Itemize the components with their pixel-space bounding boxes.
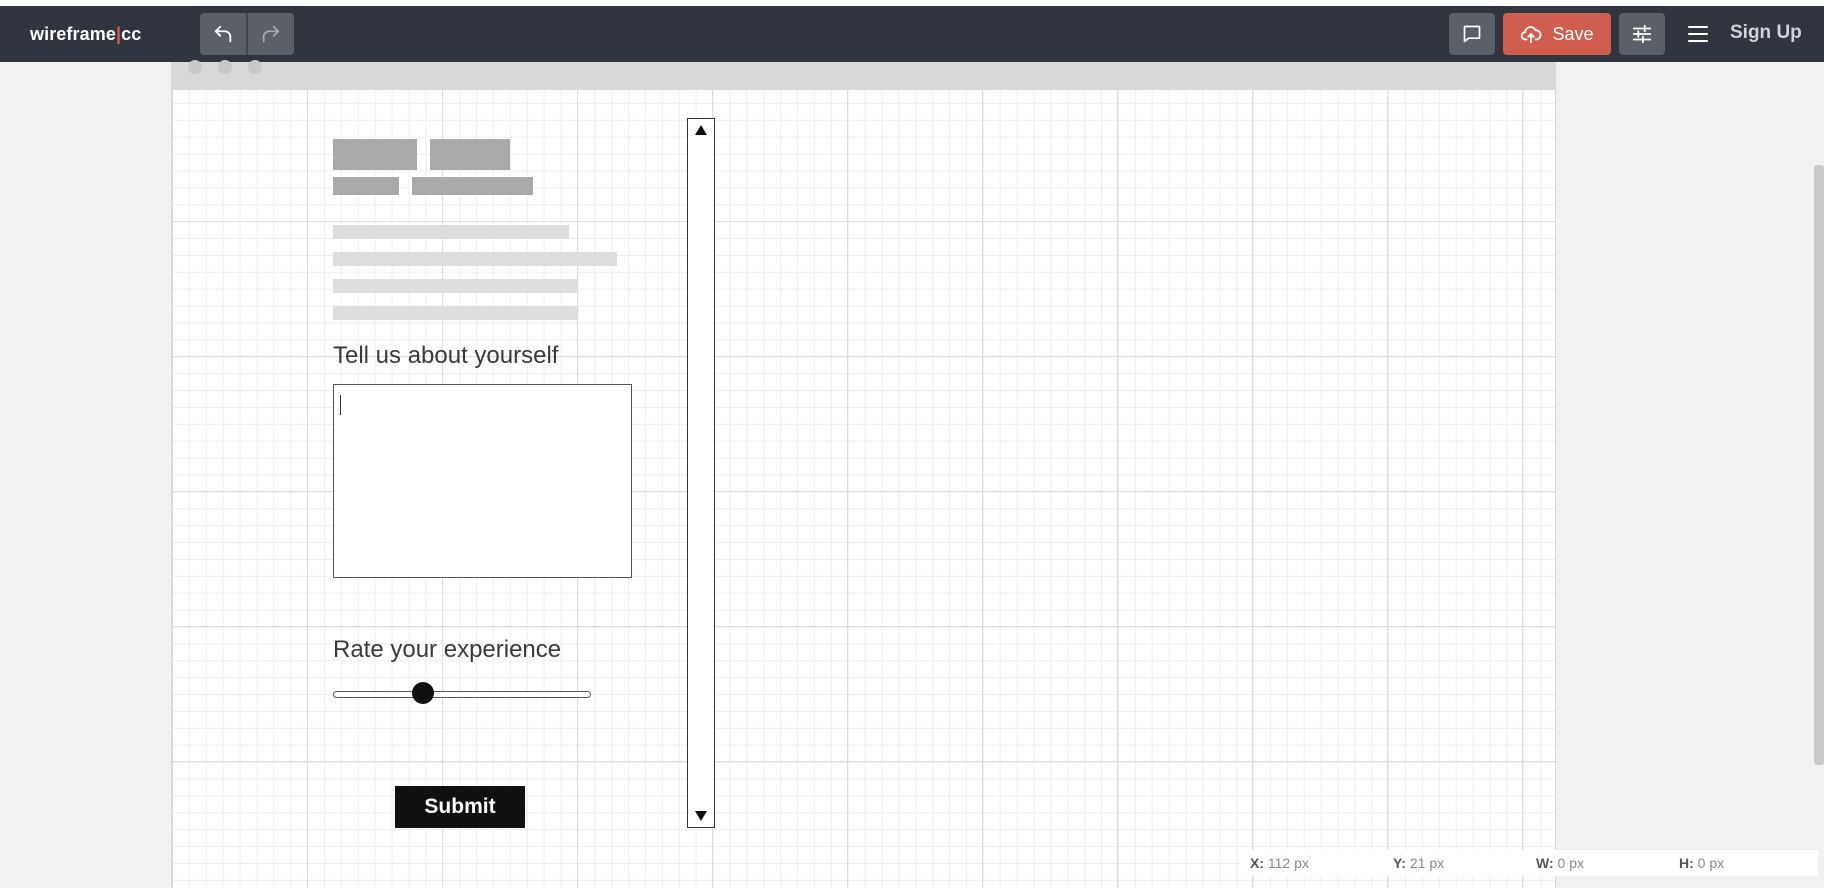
- placeholder-text-line[interactable]: [333, 252, 617, 266]
- rating-slider-thumb[interactable]: [412, 682, 435, 704]
- rate-label[interactable]: Rate your experience: [333, 636, 561, 664]
- wireframe-scrollbar[interactable]: [687, 118, 715, 828]
- save-label: Save: [1552, 23, 1594, 44]
- comment-icon: [1463, 25, 1481, 43]
- about-label[interactable]: Tell us about yourself: [333, 342, 558, 370]
- status-h: H: 0 px: [1679, 855, 1724, 871]
- status-bar: X: 112 px Y: 21 px W: 0 px H: 0 px: [1240, 850, 1818, 876]
- window-dot-1: [188, 60, 202, 74]
- placeholder-text-line[interactable]: [333, 225, 569, 239]
- app-header: wireframe|cc Save Sign Up: [0, 6, 1824, 62]
- placeholder-block[interactable]: [333, 177, 399, 195]
- logo-text-left: wireframe: [30, 24, 116, 44]
- status-y-key: Y:: [1393, 855, 1406, 871]
- placeholder-text-line[interactable]: [333, 306, 577, 320]
- status-h-key: H:: [1679, 855, 1694, 871]
- placeholder-text-line[interactable]: [333, 279, 577, 293]
- history-button-group: [200, 13, 294, 55]
- status-x: X: 112 px: [1250, 855, 1309, 871]
- wireframe-canvas[interactable]: Tell us about yourself Rate your experie…: [171, 60, 1556, 888]
- scroll-down-arrow-icon[interactable]: [695, 811, 707, 821]
- status-x-value: 112 px: [1267, 855, 1309, 871]
- status-w-value: 0 px: [1557, 855, 1584, 871]
- window-dot-2: [218, 60, 232, 74]
- submit-button[interactable]: Submit: [395, 786, 525, 828]
- save-button[interactable]: Save: [1503, 13, 1611, 55]
- scroll-up-arrow-icon[interactable]: [695, 125, 707, 135]
- logo-text-right: cc: [121, 24, 142, 44]
- about-textarea[interactable]: [333, 384, 632, 578]
- placeholder-block[interactable]: [412, 177, 533, 195]
- status-y: Y: 21 px: [1393, 855, 1444, 871]
- comment-button[interactable]: [1449, 13, 1495, 55]
- browser-frame-bar: [172, 60, 1555, 90]
- sign-up-link[interactable]: Sign Up: [1730, 22, 1802, 44]
- status-x-key: X:: [1250, 855, 1264, 871]
- text-caret: [340, 395, 341, 415]
- placeholder-block[interactable]: [430, 139, 510, 170]
- app-logo[interactable]: wireframe|cc: [30, 24, 141, 45]
- cloud-upload-icon: [1521, 26, 1542, 44]
- hamburger-icon: [1688, 26, 1708, 42]
- menu-button[interactable]: [1680, 13, 1716, 55]
- status-y-value: 21 px: [1409, 855, 1445, 871]
- undo-button[interactable]: [200, 13, 246, 55]
- page-scrollbar[interactable]: [1814, 165, 1824, 765]
- redo-button[interactable]: [246, 13, 294, 55]
- undo-icon: [214, 25, 232, 43]
- rating-slider-track[interactable]: [333, 691, 591, 698]
- placeholder-block[interactable]: [333, 139, 417, 170]
- status-h-value: 0 px: [1697, 855, 1725, 871]
- settings-button[interactable]: [1619, 13, 1665, 55]
- status-w: W: 0 px: [1536, 855, 1584, 871]
- window-dot-3: [248, 60, 262, 74]
- status-w-key: W:: [1536, 855, 1554, 871]
- sliders-icon: [1632, 24, 1652, 44]
- redo-icon: [262, 25, 280, 43]
